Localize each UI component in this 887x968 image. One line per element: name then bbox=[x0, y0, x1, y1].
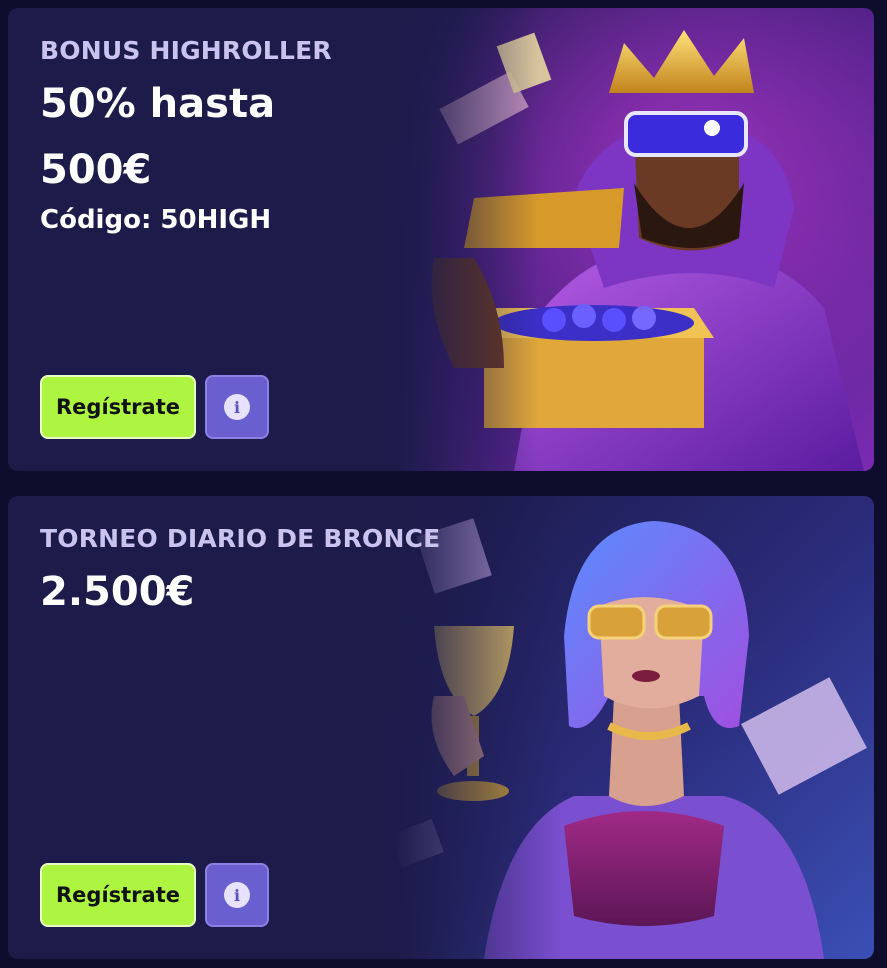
king-with-treasure-chest-illustration bbox=[394, 8, 874, 471]
info-icon: i bbox=[224, 394, 250, 420]
register-button[interactable]: Regístrate bbox=[40, 375, 196, 439]
promo-headline-line2: 500€ bbox=[40, 147, 152, 193]
info-button[interactable]: i bbox=[205, 375, 269, 439]
promo-card-highroller: BONUS HIGHROLLER 50% hasta 500€ Código: … bbox=[8, 8, 874, 471]
info-button[interactable]: i bbox=[205, 863, 269, 927]
info-icon: i bbox=[224, 882, 250, 908]
promo-actions: Regístrate i bbox=[40, 375, 269, 439]
promo-eyebrow: TORNEO DIARIO DE BRONCE bbox=[40, 524, 441, 553]
promo-headline: 50% hasta 500€ bbox=[40, 71, 332, 203]
register-button[interactable]: Regístrate bbox=[40, 863, 196, 927]
promo-headline: 2.500€ bbox=[40, 569, 195, 615]
promo-code: Código: 50HIGH bbox=[40, 205, 272, 235]
promo-actions: Regístrate i bbox=[40, 863, 269, 927]
woman-with-golden-goblet-illustration bbox=[394, 496, 874, 959]
promo-eyebrow: BONUS HIGHROLLER bbox=[40, 36, 332, 65]
promo-headline-line1: 50% hasta bbox=[40, 81, 276, 127]
promo-card-bronze-tournament: TORNEO DIARIO DE BRONCE 2.500€ Regístrat… bbox=[8, 496, 874, 959]
